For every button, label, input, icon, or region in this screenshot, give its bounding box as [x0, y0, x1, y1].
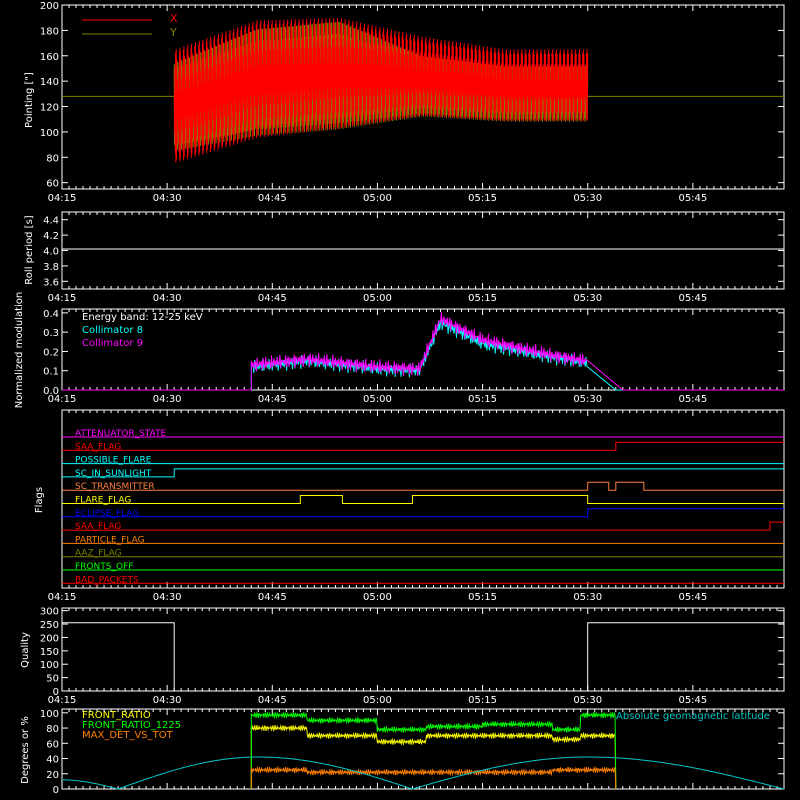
x-tick-label: 05:15 — [468, 293, 497, 304]
y-tick-label: 100 — [40, 128, 59, 139]
y-tick-label: 4.4 — [43, 216, 59, 227]
flags-ylabel: Flags — [34, 487, 45, 513]
x-tick-label: 05:45 — [678, 394, 707, 405]
y-tick-label: 180 — [40, 26, 59, 37]
y-tick-label: 80 — [46, 724, 59, 735]
x-tick-label: 04:15 — [48, 193, 77, 204]
x-tick-label: 05:45 — [678, 695, 707, 706]
x-tick-label: 04:30 — [153, 695, 182, 706]
x-tick-label: 04:30 — [153, 394, 182, 405]
y-tick-label: 60 — [46, 179, 59, 190]
energy-band-annotation: Energy band: 12-25 keV — [82, 312, 203, 323]
x-tick-label: 05:45 — [678, 293, 707, 304]
x-tick-label: 05:00 — [363, 695, 392, 706]
x-tick-label: 05:45 — [678, 193, 707, 204]
x-tick-label: 05:15 — [468, 394, 497, 405]
x-tick-label: 05:30 — [573, 592, 602, 603]
x-tick-label: 05:45 — [678, 592, 707, 603]
x-tick-label: 04:45 — [258, 695, 287, 706]
figure: Pointing ["] X Y 04:15 04:30 04:45 05:00 05:… — [0, 0, 800, 800]
legend-x-label: X — [170, 12, 178, 25]
y-tick-label: 0 — [53, 687, 59, 698]
y-tick-label: 60 — [46, 739, 59, 750]
legend-max-det: MAX_DET_VS_TOT — [82, 730, 174, 741]
y-tick-label: 50 — [46, 674, 59, 685]
y-tick-label: 120 — [40, 103, 59, 114]
y-tick-label: 100 — [40, 709, 59, 720]
x-tick-label: 04:45 — [258, 193, 287, 204]
y-tick-label: 200 — [40, 1, 59, 12]
y-tick-label: 0.3 — [43, 328, 59, 339]
legend-y-label: Y — [169, 26, 177, 39]
y-tick-label: 300 — [40, 607, 59, 618]
x-tick-label: 05:00 — [363, 394, 392, 405]
quality-ylabel: Quality — [20, 632, 31, 668]
y-tick-label: 80 — [46, 153, 59, 164]
y-tick-label: 0.2 — [43, 347, 59, 358]
y-tick-label: 40 — [46, 755, 59, 766]
y-tick-label: 20 — [46, 770, 59, 781]
x-tick-label: 05:30 — [573, 394, 602, 405]
x-tick-label: 05:15 — [468, 695, 497, 706]
legend-collimator-8: Collimator 8 — [82, 325, 143, 336]
y-tick-label: 0 — [53, 785, 59, 796]
legend-collimator-9: Collimator 9 — [82, 338, 143, 349]
x-tick-label: 05:00 — [363, 193, 392, 204]
x-tick-label: 04:30 — [153, 193, 182, 204]
y-tick-label: 0.0 — [43, 386, 59, 397]
pointing-ylabel: Pointing ["] — [24, 72, 35, 128]
x-tick-label: 05:30 — [573, 193, 602, 204]
roll-ylabel: Roll period [s] — [24, 215, 35, 284]
modulation-ylabel: Normalized modulation — [14, 292, 25, 409]
y-tick-label: 150 — [40, 647, 59, 658]
x-tick-label: 04:45 — [258, 293, 287, 304]
y-tick-label: 100 — [40, 660, 59, 671]
y-tick-label: 0.1 — [43, 367, 59, 378]
x-tick-label: 05:30 — [573, 293, 602, 304]
x-tick-label: 04:30 — [153, 592, 182, 603]
x-tick-label: 04:45 — [258, 394, 287, 405]
x-tick-label: 04:15 — [48, 592, 77, 603]
x-tick-label: 05:00 — [363, 592, 392, 603]
x-tick-label: 04:15 — [48, 293, 77, 304]
x-tick-label: 05:15 — [468, 592, 497, 603]
y-tick-label: 4.2 — [43, 231, 59, 242]
x-tick-label: 05:00 — [363, 293, 392, 304]
y-tick-label: 0.4 — [43, 309, 59, 320]
y-tick-label: 3.6 — [43, 277, 59, 288]
x-tick-label: 05:30 — [573, 695, 602, 706]
y-tick-label: 250 — [40, 620, 59, 631]
y-tick-label: 200 — [40, 633, 59, 644]
x-tick-label: 04:30 — [153, 293, 182, 304]
y-tick-label: 3.8 — [43, 262, 59, 273]
degrees-ylabel: Degrees or % — [20, 716, 31, 784]
y-tick-label: 140 — [40, 77, 59, 88]
x-tick-label: 05:15 — [468, 193, 497, 204]
y-tick-label: 4.0 — [43, 247, 59, 258]
y-tick-label: 160 — [40, 52, 59, 63]
x-tick-label: 04:45 — [258, 592, 287, 603]
